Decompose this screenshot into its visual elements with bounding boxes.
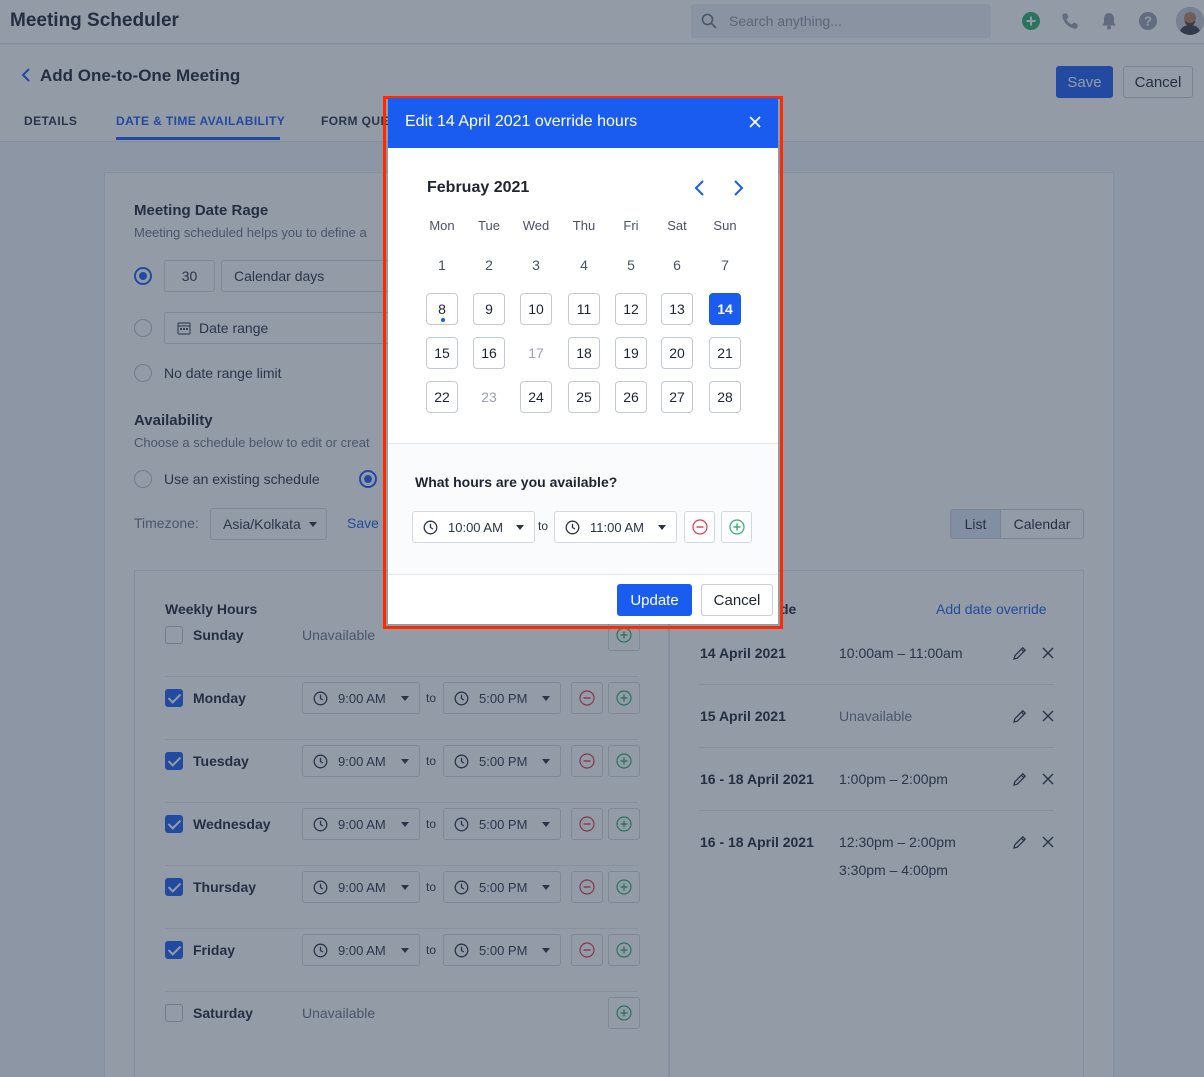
hours-question: What hours are you available? — [415, 474, 618, 490]
calendar-day-number: 11 — [576, 301, 592, 317]
weekday-label: Tue — [478, 218, 500, 233]
override-hours-modal: Edit 14 April 2021 override hours Februa… — [388, 98, 778, 624]
clock-icon — [423, 520, 438, 535]
hours-section-background — [388, 444, 778, 574]
weekday-label: Sun — [713, 218, 737, 233]
weekday-label: Sat — [667, 218, 687, 233]
calendar-day[interactable]: 15 — [426, 337, 458, 369]
calendar-day-number: 7 — [721, 257, 729, 273]
calendar-day-number: 10 — [528, 301, 544, 317]
calendar-day[interactable]: 12 — [615, 293, 647, 325]
calendar-day: 4 — [568, 249, 600, 281]
calendar-day-number: 19 — [623, 345, 639, 361]
minus-circle-icon — [691, 519, 708, 535]
override-start-time: 10:00 AM — [448, 520, 503, 535]
calendar-day-number: 12 — [623, 301, 639, 317]
modal-cancel-button[interactable]: Cancel — [701, 584, 773, 616]
calendar-day-number: 5 — [627, 257, 635, 273]
calendar-day[interactable]: 28 — [709, 381, 741, 413]
to-label: to — [538, 519, 549, 533]
calendar-day-number: 16 — [481, 345, 497, 361]
add-interval-button[interactable] — [721, 511, 752, 543]
calendar-day-number: 3 — [532, 257, 540, 273]
calendar-day[interactable]: 24 — [520, 381, 552, 413]
calendar-day[interactable]: 27 — [661, 381, 693, 413]
override-end-time: 11:00 AM — [590, 520, 644, 535]
calendar-day[interactable]: 26 — [615, 381, 647, 413]
calendar-day: 7 — [709, 249, 741, 281]
calendar-day-number: 24 — [528, 389, 544, 405]
remove-interval-button[interactable] — [684, 511, 715, 543]
close-icon[interactable] — [748, 115, 762, 129]
calendar-day-number: 22 — [434, 389, 450, 405]
calendar-day-number: 21 — [717, 345, 733, 361]
clock-icon — [565, 520, 580, 535]
calendar-day[interactable]: 11 — [568, 293, 600, 325]
calendar-day-number: 25 — [576, 389, 592, 405]
update-button[interactable]: Update — [617, 584, 692, 616]
calendar-day: 6 — [661, 249, 693, 281]
calendar-day-number: 26 — [623, 389, 639, 405]
calendar-day[interactable]: 20 — [661, 337, 693, 369]
calendar-day: 5 — [615, 249, 647, 281]
calendar-day-number: 13 — [669, 301, 685, 317]
calendar-day-number: 2 — [485, 257, 493, 273]
caret-down-icon — [516, 525, 524, 530]
calendar-day-number: 15 — [434, 345, 450, 361]
calendar-day-number: 8 — [438, 301, 446, 317]
override-end-time-select[interactable]: 11:00 AM — [554, 511, 677, 543]
calendar-day-number: 23 — [481, 389, 497, 405]
calendar-day[interactable]: 25 — [568, 381, 600, 413]
calendar-day-selected[interactable]: 14 — [709, 293, 741, 325]
weekday-label: Wed — [522, 218, 550, 233]
calendar-day[interactable]: 10 — [520, 293, 552, 325]
weekday-label: Thu — [572, 218, 596, 233]
calendar-day-number: 4 — [580, 257, 588, 273]
calendar-day[interactable]: 13 — [661, 293, 693, 325]
calendar-day[interactable]: 22 — [426, 381, 458, 413]
modal-footer: Update Cancel — [388, 574, 778, 624]
next-month-chevron-icon[interactable] — [731, 179, 745, 197]
calendar-day-number: 17 — [528, 345, 544, 361]
caret-down-icon — [658, 525, 666, 530]
calendar-day[interactable]: 16 — [473, 337, 505, 369]
calendar-day-number: 20 — [669, 345, 685, 361]
calendar-day-number: 18 — [576, 345, 592, 361]
calendar-day[interactable]: 18 — [568, 337, 600, 369]
calendar-day[interactable]: 19 — [615, 337, 647, 369]
modal-header: Edit 14 April 2021 override hours — [388, 98, 778, 148]
calendar-day[interactable]: 8 — [426, 293, 458, 325]
prev-month-chevron-icon[interactable] — [693, 179, 707, 197]
calendar-day[interactable]: 21 — [709, 337, 741, 369]
calendar-day-number: 1 — [438, 257, 446, 273]
calendar-day: 17 — [520, 337, 552, 369]
modal-title: Edit 14 April 2021 override hours — [405, 113, 638, 130]
calendar-day: 3 — [520, 249, 552, 281]
calendar-day-number: 27 — [669, 389, 685, 405]
today-dot-indicator — [441, 318, 445, 322]
calendar-day[interactable]: 9 — [473, 293, 505, 325]
weekday-label: Fri — [623, 218, 639, 233]
override-start-time-select[interactable]: 10:00 AM — [412, 511, 535, 543]
calendar-day: 2 — [473, 249, 505, 281]
calendar-day-number: 28 — [717, 389, 733, 405]
calendar-day: 23 — [473, 381, 505, 413]
calendar-day-number: 6 — [673, 257, 681, 273]
calendar-day: 1 — [426, 249, 458, 281]
weekday-label: Mon — [429, 218, 455, 233]
calendar-day-number: 14 — [717, 301, 733, 317]
plus-circle-icon — [728, 519, 745, 535]
calendar-day-number: 9 — [485, 301, 493, 317]
calendar-month-label: Februay 2021 — [427, 179, 530, 196]
